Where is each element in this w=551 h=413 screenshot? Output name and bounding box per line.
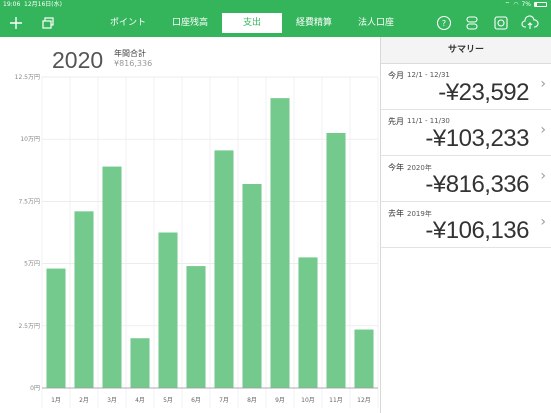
tab-expense-reports[interactable]: 経費精算 <box>284 13 344 33</box>
summary-row-label: 先月 <box>388 117 404 126</box>
app-root: 19:06 12月16日(水) ⌔ ◠ 7% ポイント 口座残高 支出 経費精算… <box>0 0 551 413</box>
chart-bar <box>158 232 178 388</box>
x-tick-label: 5月 <box>163 397 173 404</box>
summary-row-range: 12/1 - 12/31 <box>407 71 450 79</box>
toggle-icon[interactable] <box>462 13 482 33</box>
x-tick-label: 8月 <box>247 397 257 404</box>
x-tick-label: 9月 <box>275 397 285 404</box>
x-tick-label: 6月 <box>191 397 201 404</box>
chart-bar <box>102 166 122 388</box>
battery-percent: 7% <box>521 1 531 8</box>
tab-bar: ポイント 口座残高 支出 経費精算 法人口座 <box>98 13 408 33</box>
x-tick-label: 3月 <box>107 397 117 404</box>
tab-account-balance[interactable]: 口座残高 <box>160 13 220 33</box>
x-tick-label: 11月 <box>329 397 343 404</box>
chart-bar <box>270 98 290 388</box>
x-tick-label: 1月 <box>51 397 61 404</box>
summary-panel: サマリー 今月 12/1 - 12/31 -¥23,592 › 先月 11/1 … <box>380 37 551 413</box>
status-bar: 19:06 12月16日(水) ⌔ ◠ 7% <box>0 0 551 9</box>
x-tick-label: 10月 <box>301 397 315 404</box>
chevron-right-icon: › <box>540 214 546 230</box>
y-tick-label: 10万円 <box>20 136 40 143</box>
chart-bar <box>74 211 94 388</box>
summary-row-label: 今月 <box>388 71 404 80</box>
tab-points[interactable]: ポイント <box>98 13 158 33</box>
tab-expenses[interactable]: 支出 <box>222 13 282 33</box>
summary-row-last-month[interactable]: 先月 11/1 - 11/30 -¥103,233 › <box>381 110 551 156</box>
x-tick-label: 7月 <box>219 397 229 404</box>
y-tick-label: 0円 <box>30 385 40 392</box>
chart-bar <box>242 183 262 388</box>
chart-area: 2020 年間合計 ¥816,336 0円 2.5万円 5万円 7.5万円 10万円 12… <box>0 37 380 413</box>
summary-row-last-year[interactable]: 去年 2019年 -¥106,136 › <box>381 202 551 248</box>
summary-row-value: -¥23,592 <box>438 79 529 106</box>
chevron-right-icon: › <box>540 122 546 138</box>
chart-bar <box>46 268 66 388</box>
x-tick-label: 12月 <box>357 397 371 404</box>
y-tick-label: 5万円 <box>24 261 40 268</box>
copy-icon[interactable] <box>38 13 58 33</box>
plus-icon[interactable] <box>6 13 26 33</box>
summary-row-range: 11/1 - 11/30 <box>407 117 450 125</box>
summary-row-this-month[interactable]: 今月 12/1 - 12/31 -¥23,592 › <box>381 64 551 110</box>
wifi-icon: ⌔ <box>504 1 511 8</box>
y-tick-label: 7.5万円 <box>18 198 40 205</box>
chart-bar <box>186 266 206 388</box>
y-tick-label: 2.5万円 <box>18 323 40 330</box>
summary-row-this-year[interactable]: 今年 2020年 -¥816,336 › <box>381 156 551 202</box>
chevron-right-icon: › <box>540 76 546 92</box>
tab-corporate-account[interactable]: 法人口座 <box>346 13 406 33</box>
x-tick-label: 4月 <box>135 397 145 404</box>
status-right: ⌔ ◠ 7% <box>505 0 547 9</box>
chart-bar <box>354 329 374 388</box>
summary-row-value: -¥816,336 <box>425 171 529 198</box>
help-icon[interactable]: ? <box>434 13 454 33</box>
chart-bar <box>298 257 318 388</box>
summary-row-value: -¥103,233 <box>425 125 529 152</box>
settings-icon[interactable] <box>491 13 511 33</box>
headphones-icon: ◠ <box>513 1 519 8</box>
status-time: 19:06 <box>3 1 21 8</box>
chart-bar <box>130 338 150 388</box>
top-nav-bar: ポイント 口座残高 支出 経費精算 法人口座 ? <box>0 9 551 37</box>
summary-title: サマリー <box>381 37 551 64</box>
status-date: 12月16日(水) <box>24 1 62 8</box>
cloud-upload-icon[interactable] <box>520 13 540 33</box>
expense-bar-chart: 0円 2.5万円 5万円 7.5万円 10万円 12.5万円 1月 2月 3月 4月 5月 6月 7月 8… <box>15 74 379 408</box>
chevron-right-icon: › <box>540 168 546 184</box>
summary-row-label: 今年 <box>388 163 404 172</box>
y-tick-label: 12.5万円 <box>15 74 40 81</box>
chart-bar <box>214 150 234 388</box>
summary-row-label: 去年 <box>388 209 404 218</box>
x-tick-label: 2月 <box>79 397 89 404</box>
chart-bar <box>326 132 346 388</box>
svg-text:?: ? <box>442 19 446 28</box>
battery-icon <box>534 2 547 7</box>
summary-row-value: -¥106,136 <box>425 217 529 244</box>
